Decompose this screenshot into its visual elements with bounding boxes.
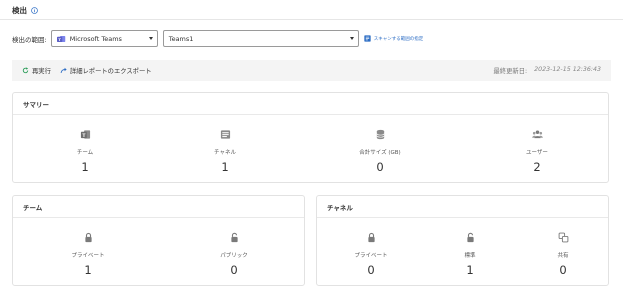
lock-icon bbox=[84, 232, 92, 243]
rerun-button[interactable]: 再実行 bbox=[22, 66, 51, 75]
scan-scope-link[interactable]: スキャンする範囲の指定 bbox=[364, 35, 424, 42]
header-divider bbox=[0, 19, 623, 20]
team-stat-public: パブリック 0 bbox=[189, 232, 279, 277]
unlock-icon bbox=[466, 232, 474, 243]
channel-panel: チャネル プライベート 0 標準 1 共有 0 bbox=[316, 195, 609, 286]
team-select[interactable]: Teams1 bbox=[162, 30, 359, 47]
last-updated: 最終更新日: 2023-12-15 12:36:43 bbox=[494, 66, 602, 75]
stat-label: パブリック bbox=[220, 253, 248, 259]
stat-value: 1 bbox=[466, 263, 474, 277]
stat-label: チャネル bbox=[214, 150, 236, 156]
stat-value: 1 bbox=[221, 160, 229, 174]
stat-label: ユーザー bbox=[526, 150, 548, 156]
action-bar: 再実行 詳細レポートのエクスポート 最終更新日: 2023-12-15 12:3… bbox=[12, 60, 611, 81]
summary-stat-total-size: 合計サイズ (GB) 0 bbox=[335, 129, 425, 174]
team-panel: チーム プライベート 1 パブリック 0 bbox=[12, 195, 305, 286]
service-select[interactable]: T Microsoft Teams bbox=[50, 30, 158, 47]
stat-value: 2 bbox=[533, 160, 541, 174]
page-title: 検出 bbox=[12, 5, 27, 15]
scan-scope-icon bbox=[364, 35, 371, 42]
summary-panel: サマリー T チーム 1 チャネル 1 合計サイズ (GB) 0 ユーザー 2 bbox=[12, 92, 609, 183]
stat-label: チーム bbox=[76, 150, 94, 156]
export-arrow-icon bbox=[60, 67, 67, 74]
stat-label: 合計サイズ (GB) bbox=[359, 150, 401, 156]
stat-label: プライベート bbox=[354, 253, 388, 259]
stat-value: 1 bbox=[84, 263, 92, 277]
stat-label: 標準 bbox=[464, 253, 476, 259]
last-updated-timestamp: 2023-12-15 12:36:43 bbox=[534, 66, 601, 73]
channel-panel-title: チャネル bbox=[317, 196, 608, 218]
teams-icon: T bbox=[80, 130, 90, 139]
stat-value: 1 bbox=[81, 160, 89, 174]
refresh-icon bbox=[22, 67, 29, 74]
channel-stat-standard: 標準 1 bbox=[425, 232, 515, 277]
page-header: 検出 bbox=[12, 4, 38, 16]
microsoft-teams-icon: T bbox=[56, 35, 65, 42]
service-select-value: Microsoft Teams bbox=[69, 34, 122, 43]
channel-icon bbox=[220, 130, 230, 139]
users-icon bbox=[531, 130, 543, 139]
summary-stat-teams: T チーム 1 bbox=[40, 129, 130, 174]
stat-value: 0 bbox=[376, 160, 384, 174]
stat-value: 0 bbox=[559, 263, 567, 277]
lock-icon bbox=[367, 232, 375, 243]
stat-value: 0 bbox=[230, 263, 238, 277]
svg-text:T: T bbox=[58, 37, 61, 41]
scope-row: 検出の範囲: T Microsoft Teams Teams1 スキャンする範囲… bbox=[12, 30, 423, 47]
export-label: 詳細レポートのエクスポート bbox=[69, 68, 152, 75]
stat-value: 0 bbox=[367, 263, 375, 277]
scope-label: 検出の範囲: bbox=[12, 35, 47, 44]
summary-title: サマリー bbox=[13, 93, 608, 115]
stat-label: 共有 bbox=[557, 253, 569, 259]
shared-icon bbox=[558, 232, 568, 243]
unlock-icon bbox=[230, 232, 238, 243]
stat-label: プライベート bbox=[71, 253, 105, 259]
last-updated-label: 最終更新日: bbox=[493, 68, 528, 75]
team-select-value: Teams1 bbox=[168, 34, 194, 43]
export-report-button[interactable]: 詳細レポートのエクスポート bbox=[60, 66, 152, 75]
channel-stat-private: プライベート 0 bbox=[326, 232, 416, 277]
channel-stat-shared: 共有 0 bbox=[518, 232, 608, 277]
rerun-label: 再実行 bbox=[32, 68, 51, 75]
team-stat-private: プライベート 1 bbox=[43, 232, 133, 277]
chevron-down-icon bbox=[148, 37, 153, 40]
summary-stat-users: ユーザー 2 bbox=[492, 129, 582, 174]
team-panel-title: チーム bbox=[13, 196, 304, 218]
chevron-down-icon bbox=[349, 37, 354, 40]
database-icon bbox=[376, 129, 384, 140]
summary-stat-channels: チャネル 1 bbox=[180, 129, 270, 174]
scan-scope-link-label: スキャンする範囲の指定 bbox=[373, 36, 424, 42]
info-icon[interactable] bbox=[31, 6, 38, 14]
